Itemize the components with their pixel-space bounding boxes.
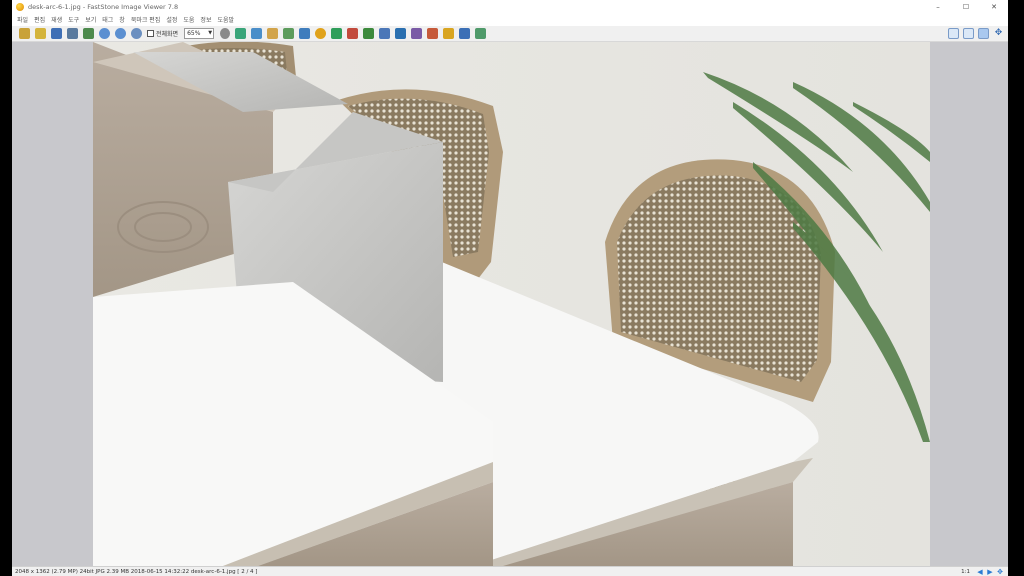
next-image-icon[interactable]: ▶ [986,568,994,576]
open-folder-icon[interactable] [18,28,30,39]
maximize-button[interactable]: ☐ [952,0,980,13]
hand-tool-icon[interactable] [219,28,230,39]
resize-icon[interactable] [250,28,262,39]
status-bar: 2048 x 1362 (2.79 MP) 24bit JPG 2.39 MB … [12,566,1008,576]
image-viewer-area[interactable] [12,42,1008,566]
menu-info[interactable]: 정보 [197,15,214,24]
checkbox-label: 전체화면 [156,31,179,38]
title-bar: desk-arc-6-1.jpg - FastStone Image Viewe… [12,0,1008,13]
effects-icon[interactable] [330,28,342,39]
curves-icon[interactable] [378,28,390,39]
displayed-photo[interactable] [93,42,930,566]
menu-view[interactable]: 보기 [82,15,99,24]
red-eye-icon[interactable] [346,28,358,39]
app-logo-icon [16,2,24,11]
save-icon[interactable] [50,28,62,39]
copy-icon[interactable] [82,28,94,39]
toolbar: 전체화면 65% ▼ ✥ [12,26,1008,42]
menu-play[interactable]: 재생 [48,15,65,24]
menu-settings[interactable]: 설정 [163,15,180,24]
windowed-view-icon[interactable] [978,28,989,39]
fullscreen-checkbox[interactable]: 전체화면 [147,29,178,38]
email-icon[interactable] [426,28,438,39]
app-root: desk-arc-6-1.jpg - FastStone Image Viewe… [0,0,1024,576]
status-right: 1:1 ◀ ▶ ✥ [961,568,1004,576]
settings-icon[interactable] [474,28,486,39]
fullscreen-view-icon[interactable] [963,28,974,39]
menu-bookmark[interactable]: 북마크 편집 [128,15,164,24]
image-viewer-window: desk-arc-6-1.jpg - FastStone Image Viewe… [12,0,1008,576]
image-info-text: 2048 x 1362 (2.79 MP) 24bit JPG 2.39 MB … [15,568,258,575]
browse-icon[interactable] [34,28,46,39]
rotate-left-icon[interactable] [266,28,278,39]
text-icon[interactable] [410,28,422,39]
window-controls: – ☐ ✕ [924,0,1008,13]
menu-edit[interactable]: 편집 [31,15,48,24]
menu-tag[interactable]: 태그 [99,15,116,24]
rotate-right-icon[interactable] [282,28,294,39]
photo-desk-chairs [93,42,930,566]
slideshow-icon[interactable] [442,28,454,39]
print-icon[interactable] [66,28,78,39]
menu-tools[interactable]: 도구 [65,15,82,24]
fit-icon[interactable] [130,28,142,39]
fit-screen-icon[interactable]: ✥ [996,568,1004,576]
letterbox-left [0,0,12,576]
minimize-button[interactable]: – [924,0,952,13]
zoom-in-icon[interactable] [98,28,110,39]
menu-file[interactable]: 파일 [14,15,31,24]
sharpen-icon[interactable] [394,28,406,39]
menu-window[interactable]: 창 [116,15,128,24]
crop-icon[interactable] [234,28,246,39]
view-mode-buttons: ✥ [946,28,1006,39]
levels-icon[interactable] [362,28,374,39]
menu-bar: 파일 편집 재생 도구 보기 태그 창 북마크 편집 설정 도움 정보 도움말 [12,13,1008,25]
flip-icon[interactable] [298,28,310,39]
zoom-ratio: 1:1 [961,569,970,575]
checkbox-box[interactable] [147,30,154,37]
menu-help[interactable]: 도움 [180,15,197,24]
zoom-select[interactable]: 65% ▼ [184,28,215,39]
menu-helpdoc[interactable]: 도움말 [214,15,237,24]
previous-image-icon[interactable]: ◀ [976,568,984,576]
letterbox-right [1008,0,1024,576]
zoom-value: 65% [187,30,201,37]
browser-view-icon[interactable] [948,28,959,39]
close-button[interactable]: ✕ [980,0,1008,13]
chevron-down-icon: ▼ [208,30,213,36]
window-title: desk-arc-6-1.jpg - FastStone Image Viewe… [28,2,179,11]
fit-window-icon[interactable]: ✥ [993,28,1004,39]
compare-icon[interactable] [458,28,470,39]
color-icon[interactable] [314,28,326,39]
zoom-out-icon[interactable] [114,28,126,39]
